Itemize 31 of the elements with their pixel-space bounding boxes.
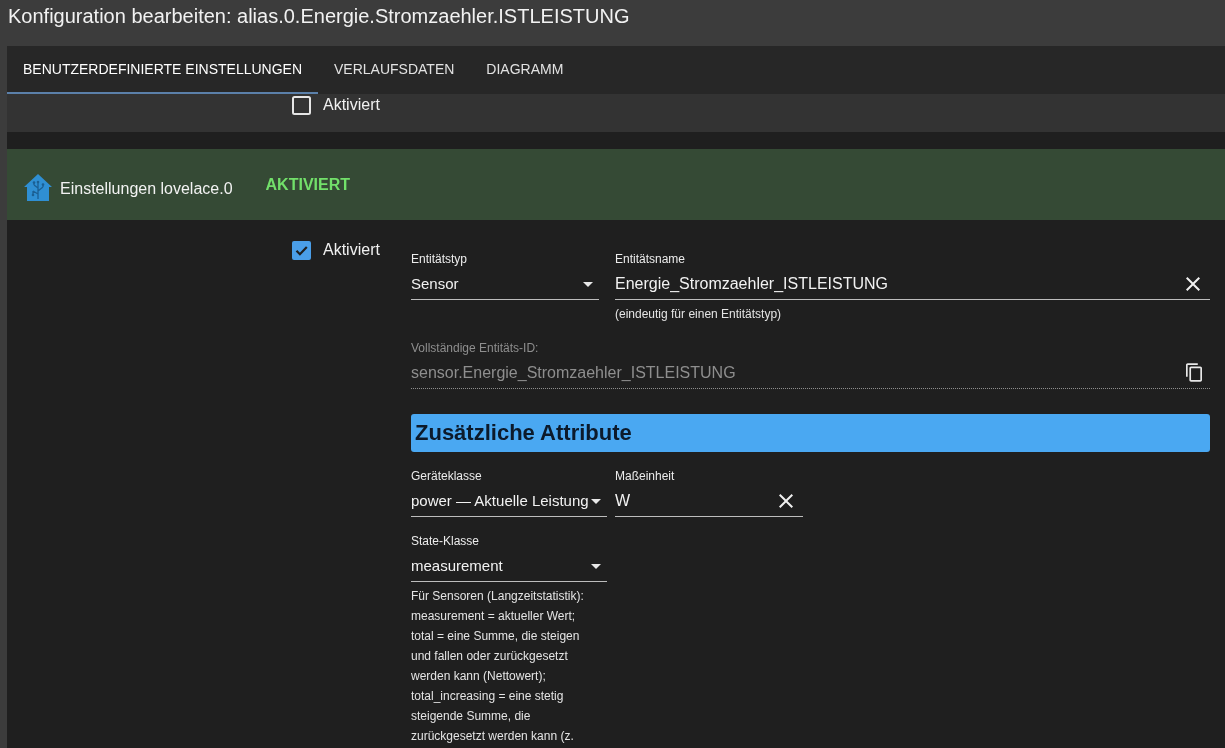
dropdown[interactable]: measurement bbox=[411, 548, 607, 582]
readonly-field[interactable]: sensor.Energie_Stromzaehler_ISTLEISTUNG bbox=[411, 355, 1210, 389]
field-label: Entitätstyp bbox=[411, 252, 469, 266]
field-label: Maßeinheit bbox=[615, 469, 676, 483]
close-icon[interactable] bbox=[779, 494, 793, 508]
field-label: Geräteklasse bbox=[411, 469, 483, 483]
dropdown[interactable]: Sensor bbox=[411, 266, 599, 300]
dropdown[interactable]: power — Aktuelle Leistung bbox=[411, 483, 607, 517]
checkbox-label: Aktiviert bbox=[323, 240, 380, 260]
field-label: Entitätsname bbox=[615, 252, 687, 266]
helper-text: (eindeutig für einen Entitätstyp) bbox=[615, 307, 783, 321]
tab[interactable]: VERLAUFSDATEN bbox=[318, 46, 471, 94]
copy-icon[interactable] bbox=[1186, 363, 1202, 382]
field-label: State-Klasse bbox=[411, 534, 481, 548]
window-title: Konfiguration bearbeiten: alias.0.Energie.Stromzaehler.ISTLEISTUNG bbox=[8, 5, 630, 27]
close-icon[interactable] bbox=[1186, 277, 1200, 291]
heading-text: Zusätzliche Attribute bbox=[415, 420, 632, 446]
field-label: Vollständige Entitäts-ID: bbox=[411, 341, 540, 355]
checkbox-label: Aktiviert bbox=[323, 95, 380, 115]
tab[interactable]: DIAGRAMM bbox=[470, 46, 580, 94]
section-title: Einstellungen lovelace.0 bbox=[60, 178, 233, 199]
helper-text: Für Sensoren (Langzeitstatistik): measurement = aktueller Wert; total = eine Summe, die steigen und fallen oder zurückgesetzt werden kann (Nettowert); total_increasing = eine stetig steigende Summe, die zurückgesetzt werden kann (z. bbox=[411, 588, 585, 745]
caret-icon bbox=[591, 499, 601, 504]
checkbox[interactable] bbox=[292, 240, 311, 260]
checkbox[interactable] bbox=[292, 95, 311, 115]
caret-icon bbox=[591, 564, 601, 569]
caret-icon bbox=[583, 282, 593, 287]
house-icon bbox=[24, 174, 52, 201]
input-field[interactable]: W bbox=[615, 483, 803, 517]
status-label: AKTIVIERT bbox=[265, 174, 350, 195]
input-field[interactable]: Energie_Stromzaehler_ISTLEISTUNG bbox=[615, 266, 1210, 300]
